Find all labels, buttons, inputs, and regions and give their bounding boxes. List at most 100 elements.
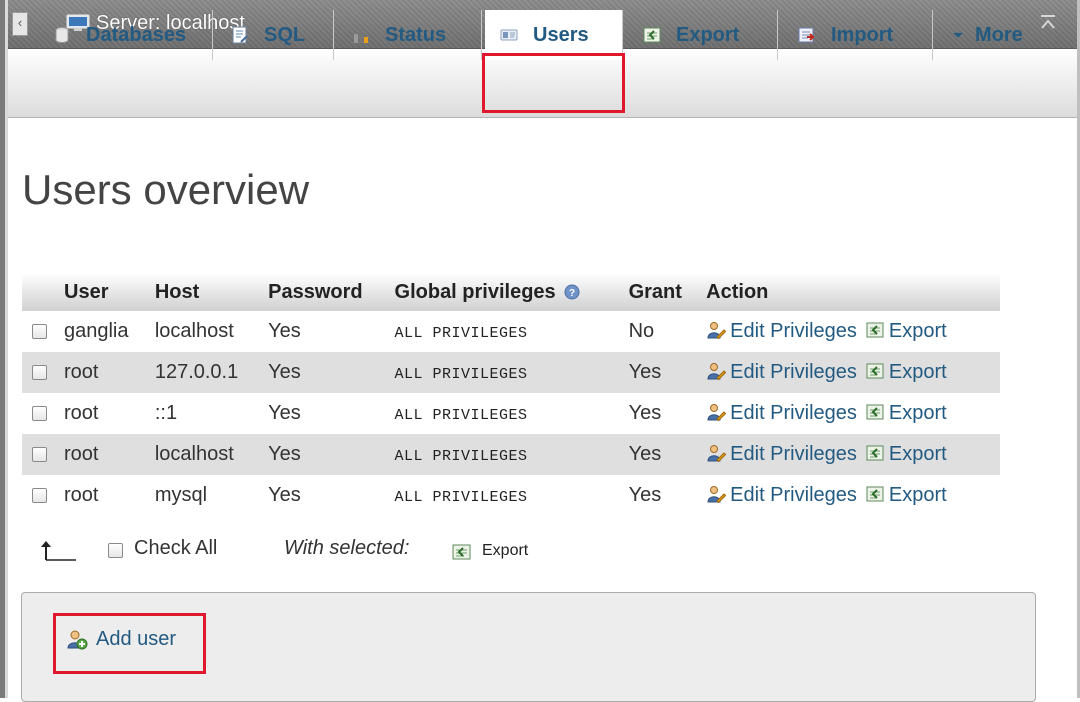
table-row[interactable]: root 127.0.0.1 Yes ALL PRIVILEGES Yes Edit Pr… — [22, 352, 1000, 393]
header-user[interactable]: User — [58, 273, 149, 311]
edit-privileges-link[interactable]: Edit Privileges — [706, 443, 857, 465]
row-export-label: Export — [888, 402, 947, 424]
edit-privileges-link[interactable]: Edit Privileges — [706, 361, 857, 383]
edit-user-icon — [707, 445, 727, 463]
cell-user: root — [58, 352, 149, 393]
privileges-value: ALL PRIVILEGES — [394, 489, 528, 506]
edit-privileges-link[interactable]: Edit Privileges — [706, 402, 857, 424]
header-global-privileges-label: Global privileges — [394, 280, 556, 303]
cell-grant: Yes — [622, 393, 701, 434]
add-user-button[interactable]: Add user — [66, 628, 176, 651]
select-arrow-icon — [41, 541, 76, 561]
tab-status[interactable]: Status — [337, 10, 482, 60]
row-checkbox-cell — [22, 434, 58, 475]
cell-grant: Yes — [622, 475, 701, 516]
tab-label: Databases — [86, 23, 187, 46]
header-action: Action — [700, 273, 1000, 311]
export-icon — [643, 27, 661, 43]
privileges-value: ALL PRIVILEGES — [394, 366, 528, 383]
privileges-value: ALL PRIVILEGES — [394, 407, 528, 424]
cell-action: Edit Privileges Export — [700, 434, 1000, 475]
cell-password: Yes — [262, 475, 389, 516]
row-export-link[interactable]: Export — [865, 402, 947, 424]
dropdown-triangle-icon — [953, 32, 963, 38]
tab-sql[interactable]: SQL — [216, 10, 334, 60]
edit-user-icon — [707, 322, 727, 340]
row-export-link[interactable]: Export — [865, 361, 947, 383]
cell-host: mysql — [148, 475, 263, 516]
cell-host: localhost — [148, 434, 263, 475]
cell-action: Edit Privileges Export — [700, 311, 1000, 352]
row-export-link[interactable]: Export — [865, 484, 947, 506]
row-checkbox[interactable] — [32, 406, 47, 422]
cell-password: Yes — [262, 311, 389, 352]
tab-import[interactable]: Import — [783, 10, 933, 60]
help-icon[interactable]: ? — [564, 284, 580, 300]
cell-grant: Yes — [622, 352, 701, 393]
check-all-checkbox[interactable] — [108, 543, 123, 558]
edit-privileges-label: Edit Privileges — [730, 402, 857, 424]
status-chart-icon — [354, 29, 368, 43]
header-host[interactable]: Host — [148, 273, 263, 311]
cell-action: Edit Privileges Export — [700, 475, 1000, 516]
bulk-export-button[interactable]: Export — [482, 542, 528, 560]
row-checkbox[interactable] — [32, 365, 47, 381]
row-export-link[interactable]: Export — [865, 443, 947, 465]
edit-user-icon — [707, 486, 727, 504]
tab-databases[interactable]: Databases — [38, 10, 213, 60]
header-checkbox-column — [22, 273, 58, 311]
export-icon — [866, 404, 884, 420]
edit-privileges-link[interactable]: Edit Privileges — [706, 320, 857, 342]
users-icon — [500, 29, 518, 41]
export-icon — [866, 486, 884, 502]
table-header-row: User Host Password Global privileges? Gr… — [22, 273, 1000, 311]
privileges-value: ALL PRIVILEGES — [394, 325, 528, 342]
cell-password: Yes — [262, 393, 389, 434]
table-row[interactable]: root::1 Yes ALL PRIVILEGES Yes Edit Privileg… — [22, 393, 1000, 434]
add-user-label: Add user — [96, 628, 177, 650]
edit-privileges-link[interactable]: Edit Privileges — [706, 484, 857, 506]
import-icon — [798, 27, 815, 43]
cell-host: ::1 — [148, 393, 263, 434]
cell-privileges: ALL PRIVILEGES — [388, 393, 623, 434]
check-all-label[interactable]: Check All — [134, 537, 217, 560]
row-export-label: Export — [888, 320, 947, 342]
cell-privileges: ALL PRIVILEGES — [388, 434, 623, 475]
table-row[interactable]: root localhost Yes ALL PRIVILEGES Yes Edit Pr… — [22, 434, 1000, 475]
tab-more[interactable]: More — [937, 10, 1057, 60]
row-checkbox[interactable] — [32, 488, 47, 504]
row-checkbox[interactable] — [32, 447, 47, 463]
export-icon[interactable] — [452, 543, 472, 561]
users-table: User Host Password Global privileges? Gr… — [22, 273, 1000, 516]
header-password[interactable]: Password — [262, 273, 389, 311]
row-checkbox-cell — [22, 352, 58, 393]
row-export-label: Export — [888, 484, 947, 506]
svg-text:?: ? — [569, 288, 575, 299]
edit-privileges-label: Edit Privileges — [730, 484, 857, 506]
table-row[interactable]: root mysql Yes ALL PRIVILEGES Yes Edit Privil… — [22, 475, 1000, 516]
header-grant[interactable]: Grant — [622, 273, 701, 311]
cell-user: ganglia — [58, 311, 149, 352]
tab-export[interactable]: Export — [628, 10, 778, 60]
edit-privileges-label: Edit Privileges — [730, 443, 857, 465]
cell-privileges: ALL PRIVILEGES — [388, 311, 623, 352]
row-checkbox-cell — [22, 475, 58, 516]
database-icon — [55, 27, 69, 43]
tab-label: SQL — [264, 23, 306, 46]
cell-privileges: ALL PRIVILEGES — [388, 352, 623, 393]
tab-label: Users — [533, 23, 589, 46]
edit-user-icon — [707, 363, 727, 381]
add-user-icon — [67, 630, 88, 649]
row-checkbox[interactable] — [32, 324, 47, 340]
cell-host: 127.0.0.1 — [148, 352, 263, 393]
export-icon — [866, 445, 884, 461]
cell-action: Edit Privileges Export — [700, 393, 1000, 434]
row-export-label: Export — [888, 443, 947, 465]
users-tab-highlight-box — [482, 53, 625, 113]
tab-label: Status — [385, 23, 447, 46]
row-export-link[interactable]: Export — [865, 320, 947, 342]
row-export-label: Export — [888, 361, 947, 383]
table-row[interactable]: ganglia localhost Yes ALL PRIVILEGES No Edit … — [22, 311, 1000, 352]
collapse-navigation-button[interactable]: ‹ — [12, 12, 28, 36]
tab-label: More — [975, 23, 1023, 46]
